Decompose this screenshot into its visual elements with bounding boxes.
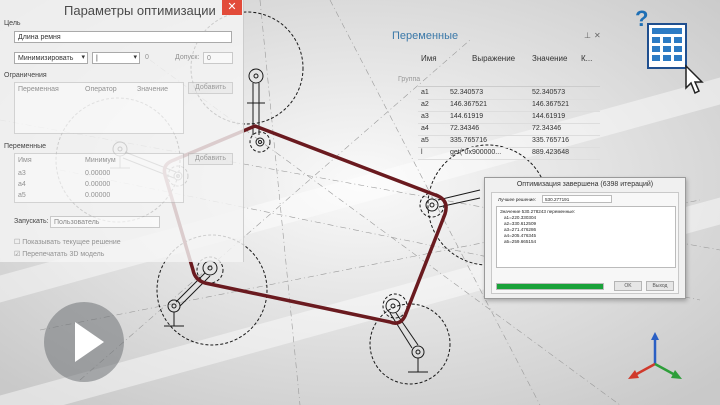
column-header: Имя [18, 157, 32, 164]
column-header: Минимум [85, 157, 116, 164]
chevron-down-icon: ▾ [133, 54, 137, 61]
result-log[interactable]: Значение 530.278243 переменные: a1=220.3… [496, 206, 676, 268]
table-row-name: a4 [18, 181, 26, 188]
group-label: Группа [398, 76, 421, 83]
constraints-label: Ограничения [4, 72, 47, 79]
cell-value: 889.423648 [532, 149, 569, 156]
chevron-down-icon: ▾ [81, 54, 85, 61]
ok-button[interactable]: OK [614, 281, 642, 291]
axis-triad-icon [628, 332, 682, 379]
cell-name: a1 [421, 89, 429, 96]
cell-expression: 144.61919 [450, 113, 484, 120]
close-button[interactable]: ✕ [594, 31, 601, 40]
add-constraint-button[interactable]: Добавить [188, 82, 233, 94]
result-line: Значение 530.278243 переменные: [500, 209, 576, 214]
column-header: Оператор [85, 86, 117, 93]
progress-bar-fill [497, 284, 603, 289]
table-row[interactable]: l get("0x900000... 889.423648 [418, 147, 600, 160]
cell-expression: get("0x900000... [450, 149, 502, 156]
recompute-checkbox[interactable]: ☑ Перепечатать 3D модель [14, 250, 104, 258]
cell-expression: 335.765716 [450, 137, 487, 144]
table-row-name: a5 [18, 192, 26, 199]
column-header[interactable]: Имя [421, 54, 437, 63]
operator-select-value: | [96, 55, 98, 62]
tolerance-label: Допуск: [175, 54, 200, 61]
table-row-name: a3 [18, 170, 26, 177]
target-value[interactable]: 0 [145, 54, 149, 61]
column-header: Переменная [18, 86, 59, 93]
progress-bar [496, 283, 604, 290]
column-header[interactable]: Выражение [472, 54, 515, 63]
best-solution-label: Лучшее решение: [498, 197, 537, 202]
recompute-label: Перепечатать 3D модель [22, 251, 105, 258]
table-row-min: 0.00000 [85, 170, 111, 177]
cell-name: a2 [421, 101, 429, 108]
best-solution-field[interactable]: 530.277191 [542, 195, 612, 203]
column-header[interactable]: Значение [532, 54, 567, 63]
show-current-checkbox[interactable]: ☐ Показывать текущее решение [14, 238, 121, 246]
cell-expression: 146.367521 [450, 101, 487, 108]
mode-select[interactable]: Минимизировать ▾ [14, 52, 88, 64]
panel-title: Переменные [392, 30, 459, 42]
run-select[interactable]: Пользователь [50, 216, 160, 228]
table-row-min: 0.00000 [85, 192, 111, 199]
help-calculator-icon[interactable]: ? [632, 6, 704, 98]
dialog-title: Оптимизация завершена (6398 итераций) [516, 181, 654, 188]
cell-name: a5 [421, 137, 429, 144]
variables-table[interactable]: Имя Минимум a3 0.00000 a4 0.00000 a5 0.0… [14, 153, 184, 203]
add-variable-button[interactable]: Добавить [188, 153, 233, 165]
best-solution-value: 530.277191 [545, 197, 570, 202]
panel-title: Параметры оптимизации [64, 3, 216, 18]
cell-value: 146.367521 [532, 101, 569, 108]
exit-button[interactable]: Выход [646, 281, 674, 291]
column-header[interactable]: К... [581, 54, 592, 63]
cell-value: 52.340573 [532, 89, 566, 96]
cell-expression: 52.340573 [450, 89, 484, 96]
operator-select[interactable]: | ▾ [92, 52, 140, 64]
play-button[interactable] [42, 300, 126, 384]
goal-field[interactable]: Длина ремня [14, 31, 232, 43]
question-mark-icon: ? [635, 6, 649, 31]
close-button[interactable]: ✕ [222, 0, 242, 15]
result-line: a5=259.665154 [504, 239, 537, 244]
dialog-body: Лучшее решение: 530.277191 Значение 530.… [491, 192, 679, 294]
goal-label: Цель [4, 20, 21, 27]
variables-panel: Переменные ⊥ ✕ Имя Выражение Значение К.… [390, 28, 601, 173]
cell-value: 72.34346 [532, 125, 562, 132]
result-line: a2=330.612509 [504, 221, 537, 226]
cell-name: l [421, 149, 423, 156]
mode-select-value: Минимизировать [18, 55, 74, 62]
column-header: Значение [137, 86, 169, 93]
cursor-arrow-icon [685, 64, 704, 95]
cell-expression: 72.34346 [450, 125, 480, 132]
variables-label: Переменные [4, 143, 47, 150]
show-current-label: Показывать текущее решение [22, 239, 121, 246]
cell-name: a4 [421, 125, 429, 132]
result-line: a4=205.476345 [504, 233, 537, 238]
optimization-complete-dialog: Оптимизация завершена (6398 итераций) Лу… [484, 177, 686, 299]
variables-table: a1 52.340573 52.340573 a2 146.367521 146… [418, 86, 600, 160]
result-line: a1=220.330304 [504, 215, 537, 220]
axis-triad [625, 330, 685, 385]
cell-name: a3 [421, 113, 429, 120]
run-label: Запускать: [14, 218, 49, 225]
cell-value: 335.765716 [532, 137, 569, 144]
tolerance-field[interactable]: 0 [203, 52, 233, 64]
result-line: a3=271.476286 [504, 227, 537, 232]
table-row-min: 0.00000 [85, 181, 111, 188]
pin-icon[interactable]: ⊥ [584, 31, 591, 40]
constraints-table[interactable]: Переменная Оператор Значение [14, 82, 184, 134]
optimization-parameters-panel: Параметры оптимизации ✕ Цель Длина ремня… [0, 0, 244, 262]
play-icon [44, 302, 124, 382]
cell-value: 144.61919 [532, 113, 566, 120]
